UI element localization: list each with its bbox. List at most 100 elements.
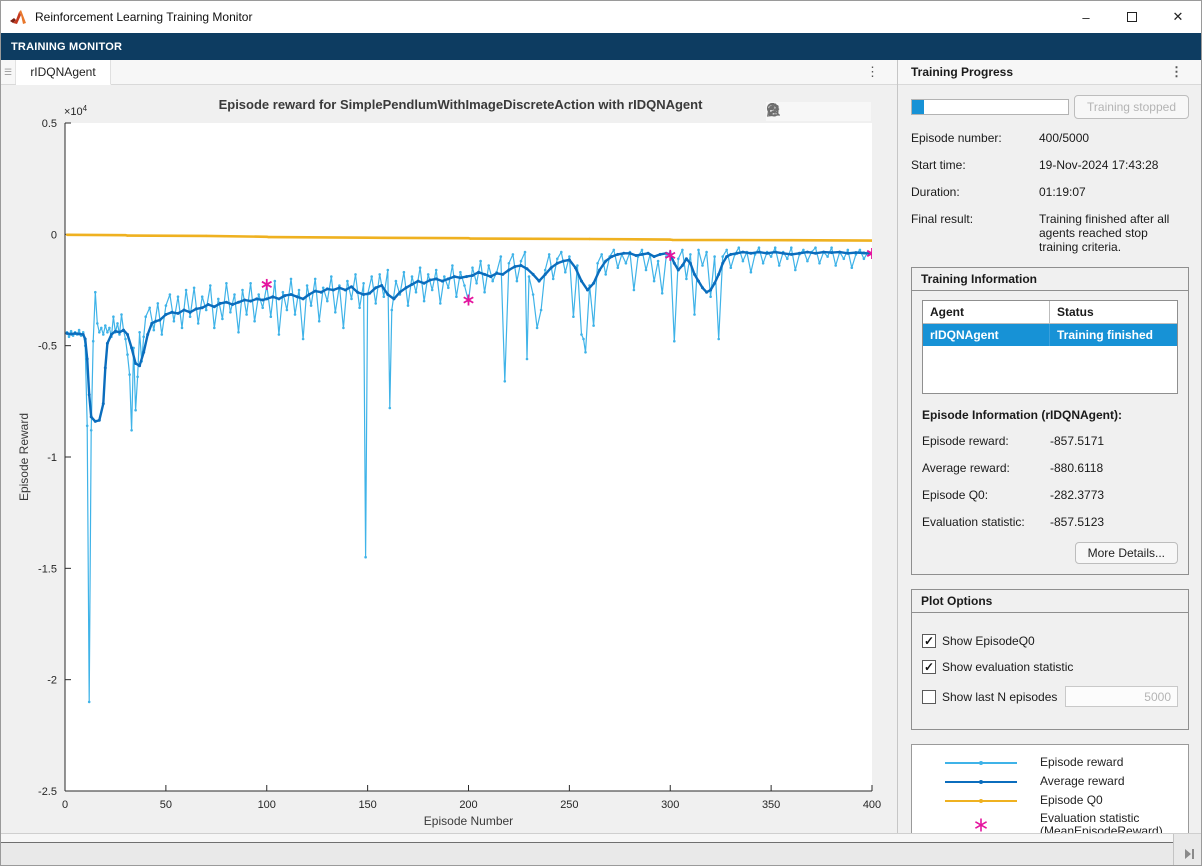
training-information-title: Training Information	[912, 268, 1188, 291]
svg-text:-1: -1	[47, 452, 57, 464]
episode-info-row: Episode reward:-857.5171	[922, 434, 1178, 448]
legend-entry: Average reward	[912, 772, 1188, 791]
legend-label: Evaluation statistic(MeanEpisodeReward)	[1040, 810, 1163, 833]
drag-grip-icon[interactable]: ☰	[1, 60, 16, 84]
episode-info-label: Episode reward:	[922, 434, 1050, 448]
status-cell: Training finished	[1050, 324, 1177, 346]
svg-text:150: 150	[358, 799, 376, 811]
legend-entry: Episode reward	[912, 753, 1188, 772]
progress-value: 400/5000	[1039, 131, 1189, 145]
plot-options-box: Plot Options ✓ Show EpisodeQ0 ✓ Show evalua…	[911, 589, 1189, 730]
svg-text:Episode Reward: Episode Reward	[17, 413, 31, 501]
episode-info-row: Evaluation statistic:-857.5123	[922, 515, 1178, 529]
maximize-button[interactable]	[1109, 1, 1155, 33]
minimize-button[interactable]: –	[1063, 1, 1109, 33]
title-bar: Reinforcement Learning Training Monitor …	[1, 1, 1201, 33]
progress-row: Final result:Training finished after all…	[911, 212, 1189, 254]
panel-options-kebab-icon[interactable]: ⋮	[1166, 60, 1187, 84]
tab-options-kebab-icon[interactable]: ⋮	[862, 60, 883, 84]
progress-row: Duration:01:19:07	[911, 185, 1189, 199]
progress-value: 01:19:07	[1039, 185, 1189, 199]
plot-option-row: ✓ Show evaluation statistic	[922, 660, 1178, 674]
bottom-status-bar	[1, 833, 1201, 866]
checkbox-show-evaluation-statistic[interactable]: ✓	[922, 660, 936, 674]
checkbox-label: Show EpisodeQ0	[942, 634, 1035, 648]
svg-text:-2: -2	[47, 675, 57, 687]
close-button[interactable]: ✕	[1155, 1, 1201, 33]
app-window: Reinforcement Learning Training Monitor …	[0, 0, 1202, 866]
svg-text:350: 350	[762, 799, 780, 811]
episode-info-value: -880.6118	[1050, 461, 1178, 475]
legend-asterisk-icon	[922, 817, 1040, 833]
svg-text:0: 0	[51, 229, 57, 241]
legend-line-icon	[922, 800, 1040, 802]
legend-entry: Episode Q0	[912, 791, 1188, 810]
expand-panel-icon[interactable]	[1184, 848, 1195, 862]
checkbox-show-last-n-episodes[interactable]	[922, 690, 936, 704]
svg-text:-0.5: -0.5	[38, 341, 57, 353]
svg-text:50: 50	[160, 799, 172, 811]
table-header-status: Status	[1050, 301, 1177, 323]
legend-label: Episode Q0	[1040, 792, 1103, 809]
last-n-episodes-input[interactable]	[1065, 686, 1178, 707]
legend-panel: Episode reward Average reward Episode Q0Ev…	[911, 744, 1189, 833]
progress-row: Episode number:400/5000	[911, 131, 1189, 145]
chart-canvas[interactable]: 0.50-0.5-1-1.5-2-2.505010015020025030035…	[8, 85, 897, 833]
window-title: Reinforcement Learning Training Monitor	[35, 10, 252, 24]
restore-view-home-icon[interactable]	[852, 103, 869, 120]
svg-text:400: 400	[863, 799, 881, 811]
svg-text:Episode Number: Episode Number	[424, 814, 513, 828]
episode-info-label: Average reward:	[922, 461, 1050, 475]
episode-info-value: -857.5171	[1050, 434, 1178, 448]
training-stopped-button[interactable]: Training stopped	[1074, 95, 1189, 119]
checkbox-show-episodeq0[interactable]: ✓	[922, 634, 936, 648]
plot-option-row: Show last N episodes	[922, 686, 1178, 707]
progress-label: Duration:	[911, 185, 1039, 199]
checkbox-label: Show evaluation statistic	[942, 660, 1073, 674]
legend-entry: Evaluation statistic(MeanEpisodeReward)	[912, 810, 1188, 833]
document-tab-strip: ☰ rIDQNAgent ⋮	[1, 60, 897, 85]
svg-text:0: 0	[62, 799, 68, 811]
episode-info-row: Average reward:-880.6118	[922, 461, 1178, 475]
checkbox-label: Show last N episodes	[942, 690, 1057, 704]
svg-text:-2.5: -2.5	[38, 786, 57, 798]
plot-options-title: Plot Options	[912, 590, 1188, 613]
table-header-agent: Agent	[923, 301, 1050, 323]
axes-toolbar	[766, 102, 871, 121]
legend-line-icon	[922, 762, 1040, 764]
episode-info-value: -857.5123	[1050, 515, 1178, 529]
episode-information-title: Episode Information (rIDQNAgent):	[922, 408, 1178, 422]
svg-text:200: 200	[459, 799, 477, 811]
tab-rldqnagent[interactable]: rIDQNAgent	[16, 60, 111, 85]
progress-label: Episode number:	[911, 131, 1039, 145]
progress-label: Start time:	[911, 158, 1039, 172]
progress-value: 19-Nov-2024 17:43:28	[1039, 158, 1189, 172]
agent-table-row[interactable]: rIDQNAgentTraining finished	[923, 324, 1177, 346]
legend-line-icon	[922, 781, 1040, 783]
episode-info-label: Episode Q0:	[922, 488, 1050, 502]
legend-label: Average reward	[1040, 773, 1125, 790]
svg-text:250: 250	[560, 799, 578, 811]
progress-label: Final result:	[911, 212, 1039, 254]
svg-text:0.5: 0.5	[42, 118, 57, 130]
ribbon-bar: TRAINING MONITOR	[1, 33, 1201, 60]
progress-value: Training finished after all agents reach…	[1039, 212, 1189, 254]
progress-row: Start time:19-Nov-2024 17:43:28	[911, 158, 1189, 172]
episode-info-value: -282.3773	[1050, 488, 1178, 502]
more-details-button[interactable]: More Details...	[1075, 542, 1178, 564]
panel-title: Training Progress	[911, 65, 1013, 79]
svg-text:300: 300	[661, 799, 679, 811]
zoom-in-icon[interactable]	[810, 103, 827, 120]
zoom-out-icon[interactable]	[831, 103, 848, 120]
training-progress-header: Training Progress ⋮	[898, 60, 1201, 85]
ribbon-tab-training-monitor[interactable]: TRAINING MONITOR	[11, 41, 122, 53]
pan-hand-icon[interactable]	[789, 103, 806, 120]
svg-text:Episode reward for SimplePendl: Episode reward for SimplePendlumWithImag…	[219, 97, 704, 112]
agent-status-table: Agent Status rIDQNAgentTraining finished	[922, 300, 1178, 394]
episode-info-row: Episode Q0:-282.3773	[922, 488, 1178, 502]
legend-label: Episode reward	[1040, 754, 1123, 771]
training-information-box: Training Information Agent Status rIDQNA…	[911, 267, 1189, 575]
svg-text:100: 100	[258, 799, 276, 811]
training-figure: 0.50-0.5-1-1.5-2-2.505010015020025030035…	[1, 85, 897, 833]
episode-info-label: Evaluation statistic:	[922, 515, 1050, 529]
